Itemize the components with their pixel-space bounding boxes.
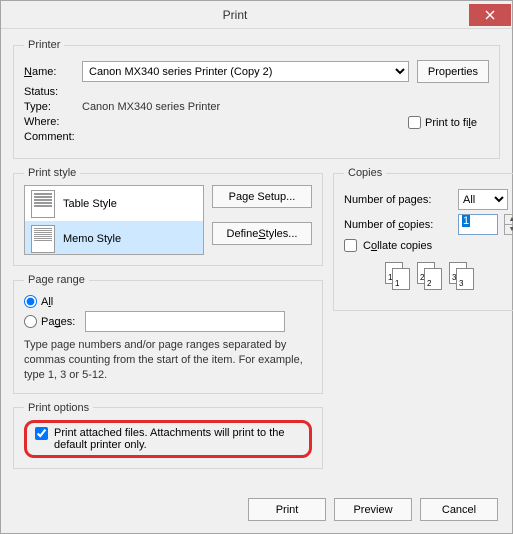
close-icon [485, 10, 495, 20]
chevron-up-icon[interactable]: ▲ [505, 215, 513, 225]
page-range-group: Page range All Pages: Type page numbers … [13, 274, 323, 394]
collate-label: Collate copies [363, 240, 432, 252]
table-style-icon [31, 190, 55, 218]
copies-legend: Copies [344, 167, 386, 179]
comment-label: Comment: [24, 131, 82, 143]
print-button[interactable]: Print [248, 498, 326, 521]
print-dialog: Print Printer Name: Canon MX340 series P… [0, 0, 513, 534]
titlebar: Print [1, 1, 512, 29]
where-label: Where: [24, 116, 82, 128]
cancel-button[interactable]: Cancel [420, 498, 498, 521]
page-setup-button[interactable]: Page Setup... [212, 185, 312, 208]
printer-name-select[interactable]: Canon MX340 series Printer (Copy 2) [82, 61, 409, 82]
collate-checkbox[interactable] [344, 239, 357, 252]
printer-legend: Printer [24, 39, 64, 51]
print-attached-checkbox[interactable] [35, 427, 48, 440]
num-copies-label: Number of copies: [344, 219, 452, 231]
memo-style-icon [31, 225, 55, 253]
page-range-legend: Page range [24, 274, 89, 286]
num-pages-select[interactable]: All [458, 189, 508, 210]
properties-button[interactable]: Properties [417, 60, 489, 83]
name-label: Name: [24, 66, 82, 78]
all-radio[interactable] [24, 295, 37, 308]
preview-button[interactable]: Preview [334, 498, 412, 521]
page-range-note: Type page numbers and/or page ranges sep… [24, 338, 312, 383]
style-label: Table Style [63, 198, 117, 210]
all-label: All [41, 296, 53, 308]
print-style-legend: Print style [24, 167, 80, 179]
print-to-file-checkbox[interactable] [408, 116, 421, 129]
print-options-legend: Print options [24, 402, 93, 414]
status-label: Status: [24, 86, 82, 98]
chevron-down-icon[interactable]: ▼ [505, 225, 513, 234]
copies-group: Copies Number of pages: All Number of co… [333, 167, 513, 311]
collate-icons: 11 22 33 [344, 262, 513, 292]
num-pages-label: Number of pages: [344, 194, 452, 206]
highlight-annotation: Print attached files. Attachments will p… [24, 420, 312, 458]
style-label: Memo Style [63, 233, 121, 245]
type-label: Type: [24, 101, 82, 113]
print-style-list[interactable]: Table Style Memo Style [24, 185, 204, 255]
print-attached-label: Print attached files. Attachments will p… [54, 427, 301, 451]
num-copies-field[interactable]: 1 [458, 214, 498, 235]
print-options-group: Print options Print attached files. Atta… [13, 402, 323, 469]
close-button[interactable] [469, 4, 511, 26]
type-value: Canon MX340 series Printer [82, 101, 220, 113]
printer-group: Printer Name: Canon MX340 series Printer… [13, 39, 500, 159]
copies-spinner[interactable]: ▲▼ [504, 214, 513, 235]
define-styles-button[interactable]: Define Styles... [212, 222, 312, 245]
print-to-file-label: Print to file [425, 117, 477, 129]
pages-radio[interactable] [24, 315, 37, 328]
style-item-memo[interactable]: Memo Style [25, 221, 203, 255]
print-style-group: Print style Table Style Memo Style [13, 167, 323, 266]
pages-input[interactable] [85, 311, 285, 332]
pages-label: Pages: [41, 316, 81, 328]
window-title: Print [1, 8, 469, 22]
style-item-table[interactable]: Table Style [25, 186, 203, 221]
